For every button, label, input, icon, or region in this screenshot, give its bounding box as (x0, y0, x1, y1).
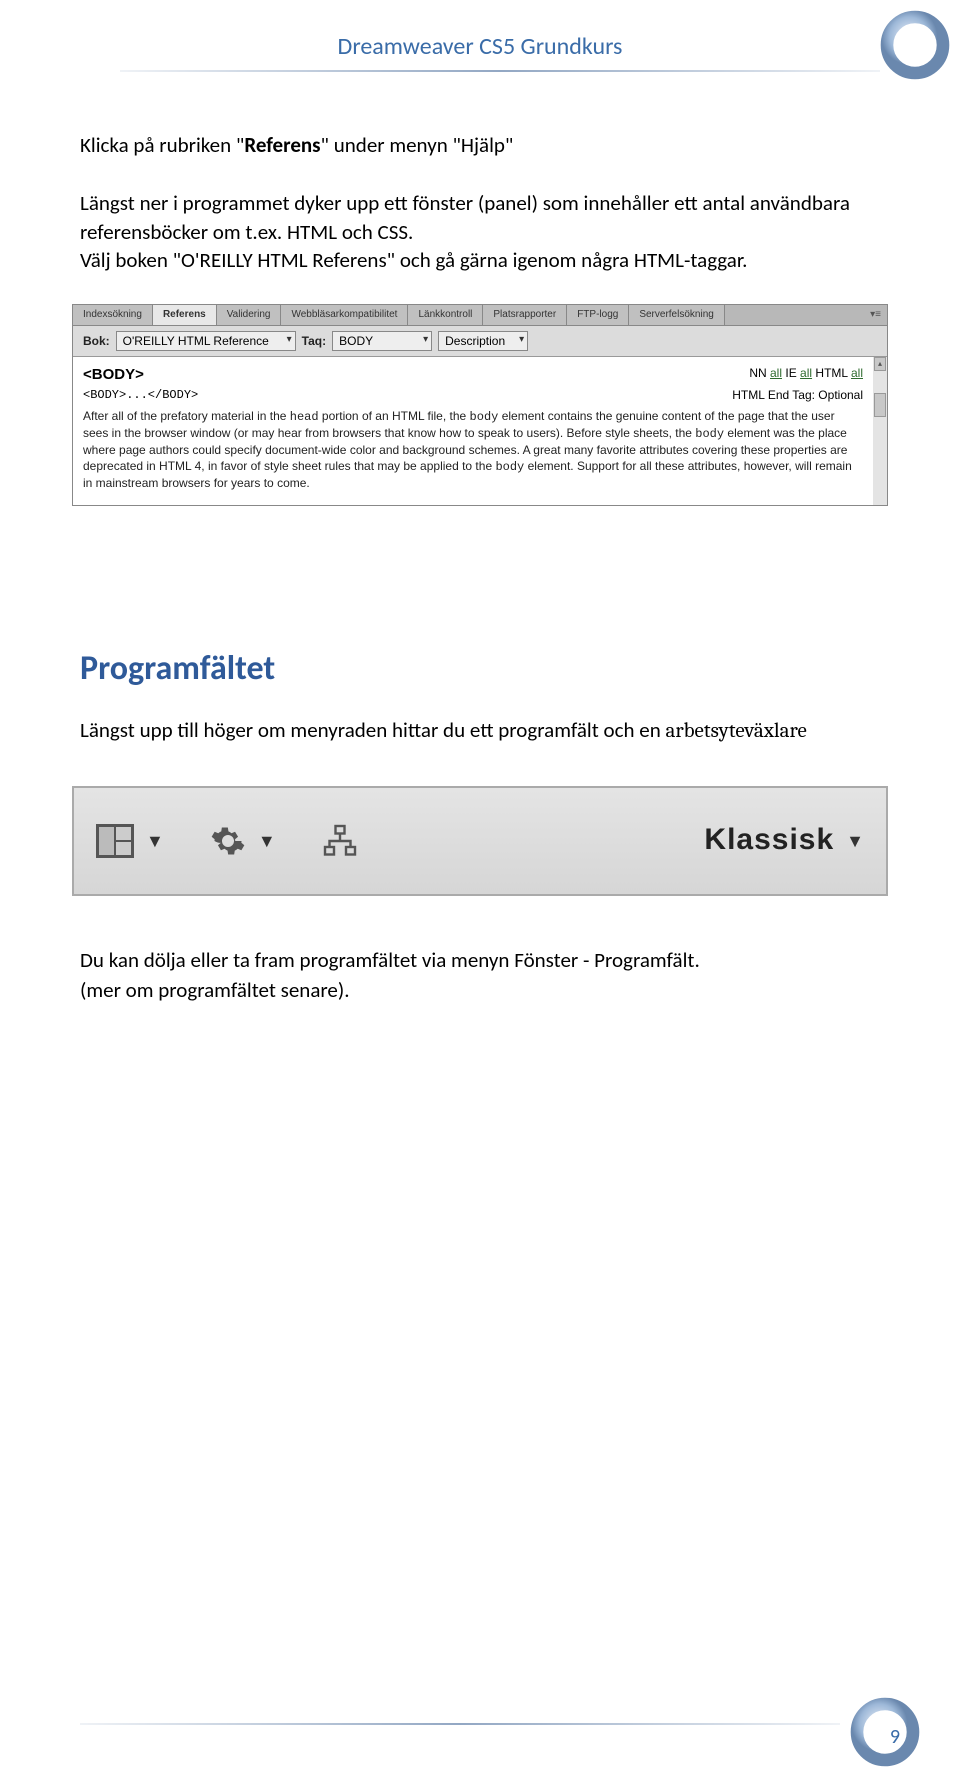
panel-tabs: Indexsökning Referens Validering Webbläs… (73, 305, 887, 326)
tab-referens[interactable]: Referens (153, 305, 217, 325)
ref-endtag: HTML End Tag: Optional (732, 387, 863, 403)
paragraph-2: Längst ner i programmet dyker upp ett fö… (80, 189, 880, 274)
paragraph-4: Du kan dölja eller ta fram programfältet… (80, 946, 880, 974)
chevron-down-icon: ▼ (258, 829, 276, 853)
tab-serverfelsokning[interactable]: Serverfelsökning (629, 305, 724, 325)
section-heading-programfaltet: Programfältet (80, 646, 880, 692)
decorative-ring-top (880, 10, 950, 80)
bok-dropdown[interactable]: O'REILLY HTML Reference (116, 331, 296, 351)
paragraph-3: Längst upp till höger om menyraden hitta… (80, 716, 880, 745)
ref-description: After all of the prefatory material in t… (83, 408, 863, 492)
tab-ftp-logg[interactable]: FTP-logg (567, 305, 629, 325)
workspace-switcher[interactable]: Klassisk ▼ (704, 820, 864, 861)
tab-lankkontroll[interactable]: Länkkontroll (408, 305, 483, 325)
reference-panel-screenshot: Indexsökning Referens Validering Webbläs… (72, 304, 888, 506)
desc-dropdown[interactable]: Description (438, 331, 528, 351)
ref-syntax: <BODY>...</BODY> (83, 387, 198, 403)
page-number: 9 (890, 1725, 900, 1749)
bok-label: Bok: (83, 333, 110, 349)
tab-validering[interactable]: Validering (217, 305, 282, 325)
tab-webblasarkompat[interactable]: Webbläsarkompatibilitet (281, 305, 408, 325)
decorative-ring-bottom (850, 1697, 920, 1767)
layout-switcher[interactable]: ▼ (96, 824, 164, 858)
paragraph-5: (mer om programfältet senare). (80, 976, 880, 1004)
scrollbar-up[interactable]: ▴ (874, 357, 886, 371)
reference-content: ▴ <BODY> NN all IE all HTML all <BODY>..… (73, 357, 887, 505)
workspace-label: Klassisk (704, 820, 834, 861)
header-divider (120, 70, 880, 72)
chevron-down-icon: ▼ (846, 829, 864, 853)
extension-menu[interactable]: ▼ (210, 823, 276, 859)
scrollbar-handle[interactable] (874, 393, 886, 417)
reference-toolbar: Bok: O'REILLY HTML Reference Taq: BODY D… (73, 326, 887, 357)
program-toolbar-screenshot: ▼ ▼ Klassisk ▼ (72, 786, 888, 896)
tag-label: Taq: (302, 333, 326, 349)
tab-indexsokning[interactable]: Indexsökning (73, 305, 153, 325)
page-header: Dreamweaver CS5 Grundkurs (0, 0, 960, 61)
panel-menu-icon[interactable]: ▾≡ (870, 308, 881, 322)
chevron-down-icon: ▼ (146, 829, 164, 853)
ref-compat: NN all IE all HTML all (749, 365, 863, 385)
gear-icon (210, 823, 246, 859)
tag-dropdown[interactable]: BODY (332, 331, 432, 351)
header-title: Dreamweaver CS5 Grundkurs (338, 32, 623, 61)
layout-icon (96, 824, 134, 858)
site-menu[interactable] (322, 823, 358, 859)
ref-tag-title: <BODY> (83, 365, 144, 385)
paragraph-1: Klicka på rubriken "Referens" under meny… (80, 131, 880, 159)
tab-platsrapporter[interactable]: Platsrapporter (483, 305, 567, 325)
footer-divider (80, 1723, 840, 1725)
sitemap-icon (322, 823, 358, 859)
